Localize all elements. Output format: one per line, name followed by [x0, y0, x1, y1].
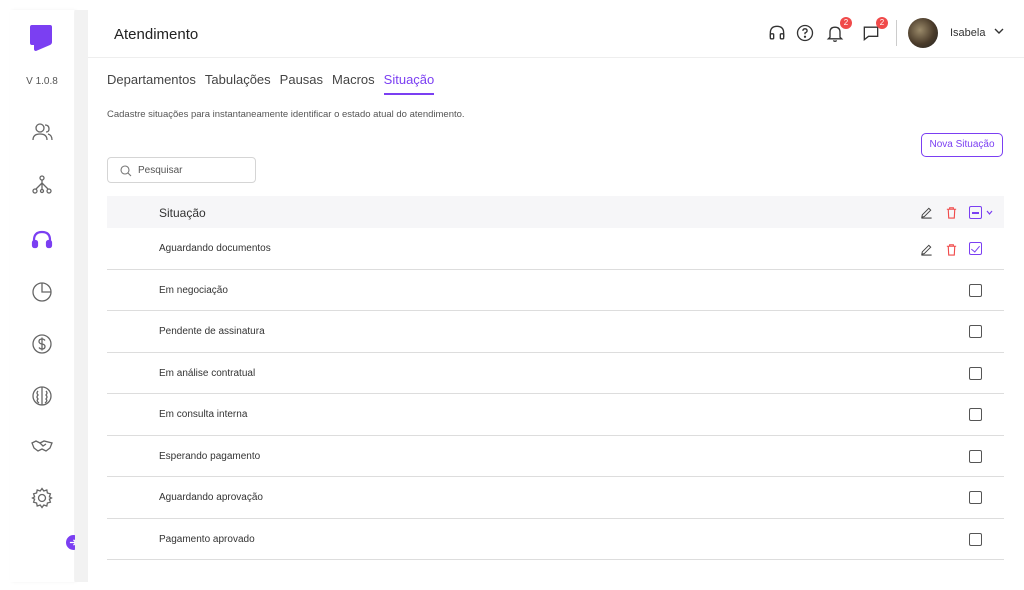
- pencil-icon: [920, 207, 932, 219]
- row-label: Em consulta interna: [159, 409, 248, 420]
- row-label: Aguardando documentos: [159, 243, 271, 254]
- sidebar-scrollbar[interactable]: [75, 10, 88, 582]
- notifications-button[interactable]: 2: [824, 17, 852, 44]
- bulk-edit-button[interactable]: [919, 205, 933, 219]
- row-checkbox[interactable]: [969, 366, 982, 380]
- handshake-icon: [31, 440, 53, 452]
- situations-table: Situação Aguardando documentos Em negoci…: [107, 196, 1004, 560]
- sidebar-item-deals[interactable]: [29, 433, 55, 459]
- settings-tabs: Departamentos Tabulações Pausas Macros S…: [107, 72, 443, 95]
- network-icon: [32, 175, 52, 194]
- row-label: Em negociação: [159, 284, 228, 296]
- messages-badge: 2: [876, 17, 888, 29]
- header-divider: [896, 20, 897, 46]
- help-button[interactable]: [794, 22, 816, 44]
- sidebar: V 1.0.8: [10, 10, 81, 582]
- row-checkbox[interactable]: [969, 325, 982, 338]
- table-header: Situação: [107, 196, 1004, 228]
- table-row[interactable]: Em análise contratual: [107, 353, 1004, 394]
- row-label: Pagamento aprovado: [159, 533, 255, 545]
- gear-icon: [31, 487, 53, 509]
- user-name[interactable]: Isabela: [950, 27, 985, 39]
- brain-icon: [32, 386, 52, 406]
- bulk-delete-button[interactable]: [944, 205, 958, 219]
- chevron-down-icon[interactable]: [985, 208, 994, 217]
- table-row[interactable]: Aguardando documentos: [107, 228, 1004, 270]
- row-label: Aguardando aprovação: [159, 492, 263, 503]
- search-input[interactable]: [138, 162, 248, 178]
- sidebar-item-settings[interactable]: [29, 485, 55, 511]
- row-checkbox[interactable]: [969, 532, 982, 546]
- row-checkbox[interactable]: [969, 242, 982, 255]
- sidebar-item-finance[interactable]: [29, 331, 55, 357]
- headset-icon: [769, 25, 785, 40]
- tab-pausas[interactable]: Pausas: [280, 72, 323, 95]
- messages-button[interactable]: 2: [860, 17, 888, 44]
- row-checkbox[interactable]: [969, 491, 982, 504]
- search-icon: [120, 165, 132, 177]
- notifications-badge: 2: [840, 17, 852, 29]
- sidebar-item-users[interactable]: [29, 119, 55, 145]
- search-box: [107, 157, 256, 183]
- trash-icon: [946, 206, 956, 219]
- sidebar-item-reports[interactable]: [29, 279, 55, 305]
- tab-departamentos[interactable]: Departamentos: [107, 72, 196, 95]
- edit-button[interactable]: [919, 242, 933, 256]
- tab-macros[interactable]: Macros: [332, 72, 375, 95]
- table-row[interactable]: Pagamento aprovado: [107, 519, 1004, 560]
- new-situation-button[interactable]: Nova Situação: [921, 133, 1003, 157]
- table-row[interactable]: Em consulta interna: [107, 394, 1004, 436]
- page-description: Cadastre situações para instantaneamente…: [107, 109, 465, 120]
- table-row[interactable]: Em negociação: [107, 270, 1004, 311]
- tab-tabulacoes[interactable]: Tabulações: [205, 72, 271, 95]
- sidebar-item-ai[interactable]: [29, 383, 55, 409]
- top-header: Atendimento 2 2 Isabela: [88, 10, 1024, 58]
- tab-situacao[interactable]: Situação: [383, 72, 435, 95]
- table-row[interactable]: Esperando pagamento: [107, 436, 1004, 477]
- users-icon: [32, 123, 53, 141]
- app-version: V 1.0.8: [26, 76, 58, 87]
- table-row[interactable]: Pendente de assinatura: [107, 311, 1004, 353]
- page-title: Atendimento: [114, 26, 199, 43]
- chevron-down-icon[interactable]: [992, 24, 1006, 38]
- headset-button[interactable]: [766, 22, 788, 44]
- sidebar-item-support[interactable]: [29, 227, 55, 253]
- row-checkbox[interactable]: [969, 449, 982, 463]
- avatar[interactable]: [908, 18, 938, 48]
- select-all-checkbox[interactable]: [969, 206, 982, 219]
- pencil-icon: [920, 244, 932, 256]
- row-checkbox[interactable]: [969, 408, 982, 421]
- trash-icon: [946, 243, 956, 256]
- column-header-situacao: Situação: [159, 206, 206, 220]
- app-logo[interactable]: [30, 25, 52, 51]
- delete-button[interactable]: [944, 242, 958, 256]
- table-row[interactable]: Aguardando aprovação: [107, 477, 1004, 519]
- row-label: Esperando pagamento: [159, 450, 261, 462]
- headset-icon: [31, 230, 53, 249]
- row-checkbox[interactable]: [969, 283, 982, 297]
- row-label: Pendente de assinatura: [159, 326, 265, 337]
- sidebar-item-network[interactable]: [29, 172, 55, 198]
- pie-chart-icon: [32, 282, 52, 302]
- dollar-icon: [32, 334, 52, 354]
- row-label: Em análise contratual: [159, 367, 256, 379]
- help-icon: [796, 24, 814, 42]
